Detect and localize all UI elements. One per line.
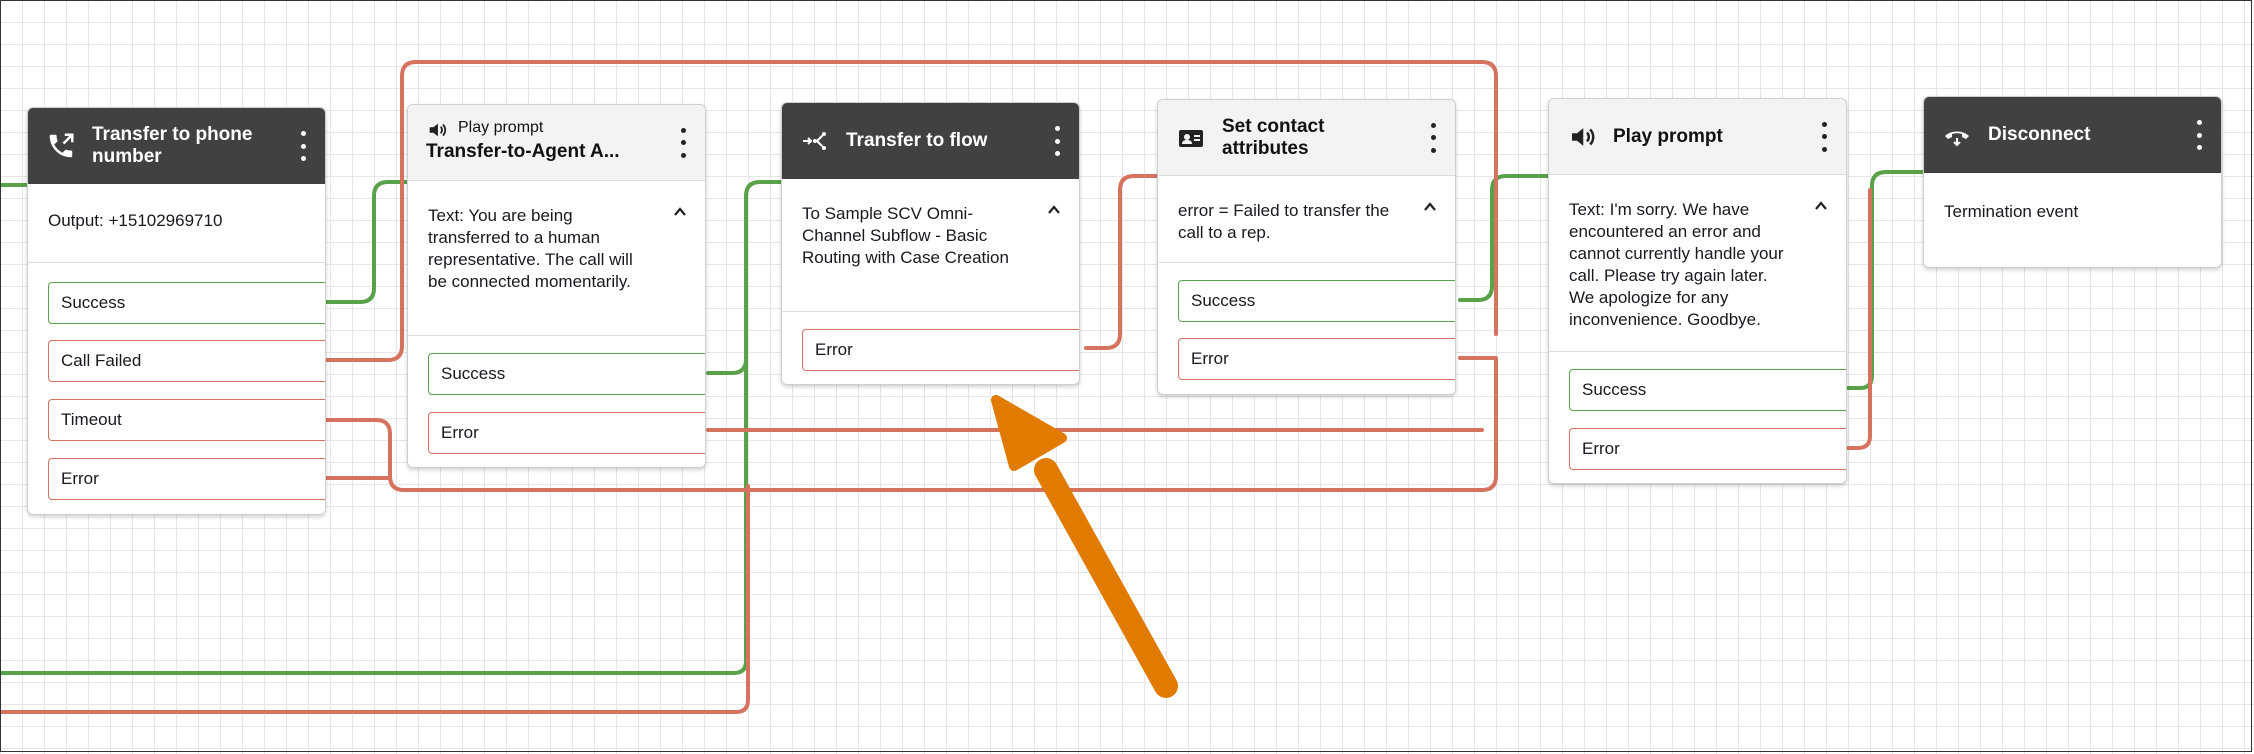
block-body: To Sample SCV Omni-Channel Subflow - Bas… bbox=[782, 179, 1079, 269]
branch-error[interactable]: Error bbox=[428, 412, 705, 454]
branch-error[interactable]: Error bbox=[48, 458, 325, 500]
block-body: Termination event bbox=[1944, 202, 2079, 221]
prompt-text: Text: I'm sorry. We have encountered an … bbox=[1569, 200, 1784, 329]
speaker-icon bbox=[429, 123, 447, 137]
prompt-text: Text: You are being transferred to a hum… bbox=[428, 206, 633, 291]
block-header[interactable]: Transfer to phone number bbox=[28, 108, 325, 184]
divider bbox=[1158, 262, 1455, 263]
block-subtitle: Play prompt bbox=[458, 119, 544, 136]
block-play-prompt-transfer-to-agent[interactable]: Play prompt Transfer-to-Agent A... Text:… bbox=[407, 104, 706, 468]
connector-wires bbox=[0, 60, 1948, 714]
hang-up-icon bbox=[1945, 131, 1969, 147]
more-options-icon[interactable] bbox=[679, 127, 687, 158]
block-header[interactable]: Play prompt bbox=[1549, 99, 1846, 175]
branch-call-failed[interactable]: Call Failed bbox=[48, 340, 325, 382]
chevron-up-icon[interactable] bbox=[1423, 200, 1437, 214]
block-body: Text: You are being transferred to a hum… bbox=[408, 181, 705, 293]
block-body: Text: I'm sorry. We have encountered an … bbox=[1549, 175, 1846, 331]
phone-transfer-icon bbox=[49, 133, 74, 158]
more-options-icon[interactable] bbox=[1053, 126, 1061, 156]
block-title: Disconnect bbox=[1988, 124, 2091, 145]
block-set-contact-attributes[interactable]: Set contact attributes error = Failed to… bbox=[1157, 99, 1456, 395]
block-play-prompt-error[interactable]: Play prompt Text: I'm sorry. We have enc… bbox=[1548, 98, 1847, 484]
divider bbox=[28, 262, 325, 263]
more-options-icon[interactable] bbox=[2195, 120, 2203, 150]
block-title: Transfer to flow bbox=[846, 130, 988, 151]
block-header[interactable]: Disconnect bbox=[1924, 97, 2221, 173]
block-transfer-to-flow[interactable]: Transfer to flow To Sample SCV Omni-Chan… bbox=[781, 102, 1080, 385]
block-title: Transfer to phone number bbox=[92, 124, 253, 167]
branch-success[interactable]: Success bbox=[1178, 280, 1455, 322]
more-options-icon[interactable] bbox=[1429, 122, 1437, 153]
divider bbox=[408, 335, 705, 336]
block-header[interactable]: Set contact attributes bbox=[1158, 100, 1455, 176]
block-title: Play prompt bbox=[1613, 125, 1723, 147]
attribute-text: error = Failed to transfer the call to a… bbox=[1178, 201, 1390, 242]
branch-error[interactable]: Error bbox=[1569, 428, 1846, 470]
contact-card-icon bbox=[1179, 129, 1203, 147]
chevron-up-icon[interactable] bbox=[1047, 203, 1061, 217]
more-options-icon[interactable] bbox=[299, 131, 307, 161]
branch-timeout[interactable]: Timeout bbox=[48, 399, 325, 441]
speaker-icon bbox=[1572, 127, 1595, 146]
flow-transfer-icon bbox=[803, 132, 826, 150]
annotation-arrow bbox=[991, 395, 1178, 698]
block-title: Set contact attributes bbox=[1222, 115, 1325, 159]
flow-name: To Sample SCV Omni-Channel Subflow - Bas… bbox=[802, 204, 1009, 267]
divider bbox=[782, 311, 1079, 312]
chevron-up-icon[interactable] bbox=[1814, 199, 1828, 213]
block-disconnect[interactable]: Disconnect Termination event bbox=[1923, 96, 2222, 268]
divider bbox=[1549, 351, 1846, 352]
block-title: Transfer-to-Agent A... bbox=[426, 141, 620, 162]
chevron-up-icon[interactable] bbox=[673, 205, 687, 219]
branch-success[interactable]: Success bbox=[1569, 369, 1846, 411]
branch-success[interactable]: Success bbox=[428, 353, 705, 395]
block-header[interactable]: Play prompt Transfer-to-Agent A... bbox=[408, 105, 705, 181]
branch-error[interactable]: Error bbox=[1178, 338, 1455, 380]
branch-error[interactable]: Error bbox=[802, 329, 1079, 371]
block-transfer-to-phone-number[interactable]: Transfer to phone number Output: +151029… bbox=[27, 107, 326, 515]
block-header[interactable]: Transfer to flow bbox=[782, 103, 1079, 179]
branch-success[interactable]: Success bbox=[48, 282, 325, 324]
block-body: Output: +15102969710 bbox=[48, 211, 223, 230]
more-options-icon[interactable] bbox=[1820, 121, 1828, 152]
block-body: error = Failed to transfer the call to a… bbox=[1158, 176, 1455, 244]
